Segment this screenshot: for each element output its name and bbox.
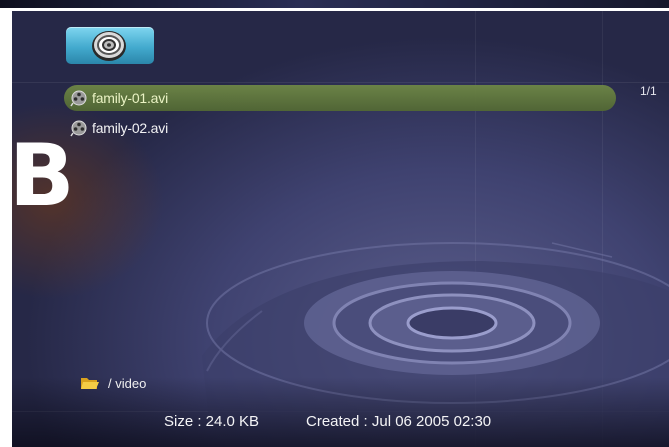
app-icon-tab[interactable]: [66, 27, 154, 64]
film-reel-icon: [70, 120, 87, 137]
film-reel-icon: [70, 90, 87, 107]
file-created-date: Created : Jul 06 2005 02:30: [306, 413, 492, 430]
page-indicator: 1/1: [640, 84, 657, 98]
file-size: Size : 24.0 KB: [164, 413, 260, 430]
media-browser-screen: 1/1 family-01.avi family-02.avi / video …: [12, 11, 669, 447]
file-name: family-01.avi: [92, 90, 168, 106]
file-item-family-01[interactable]: family-01.avi: [64, 85, 616, 111]
folder-icon: [81, 378, 99, 389]
previous-frame-strip: [0, 0, 669, 8]
file-name: family-02.avi: [92, 120, 168, 136]
file-item-family-02[interactable]: family-02.avi: [64, 115, 616, 141]
disc-player-icon: [92, 31, 126, 61]
status-bar: Size : 24.0 KB Created : Jul 06 2005 02:…: [12, 413, 669, 435]
folder-path-text: / video: [108, 375, 147, 391]
overlay-letter: B: [9, 126, 75, 226]
current-folder-path: / video: [80, 375, 146, 391]
